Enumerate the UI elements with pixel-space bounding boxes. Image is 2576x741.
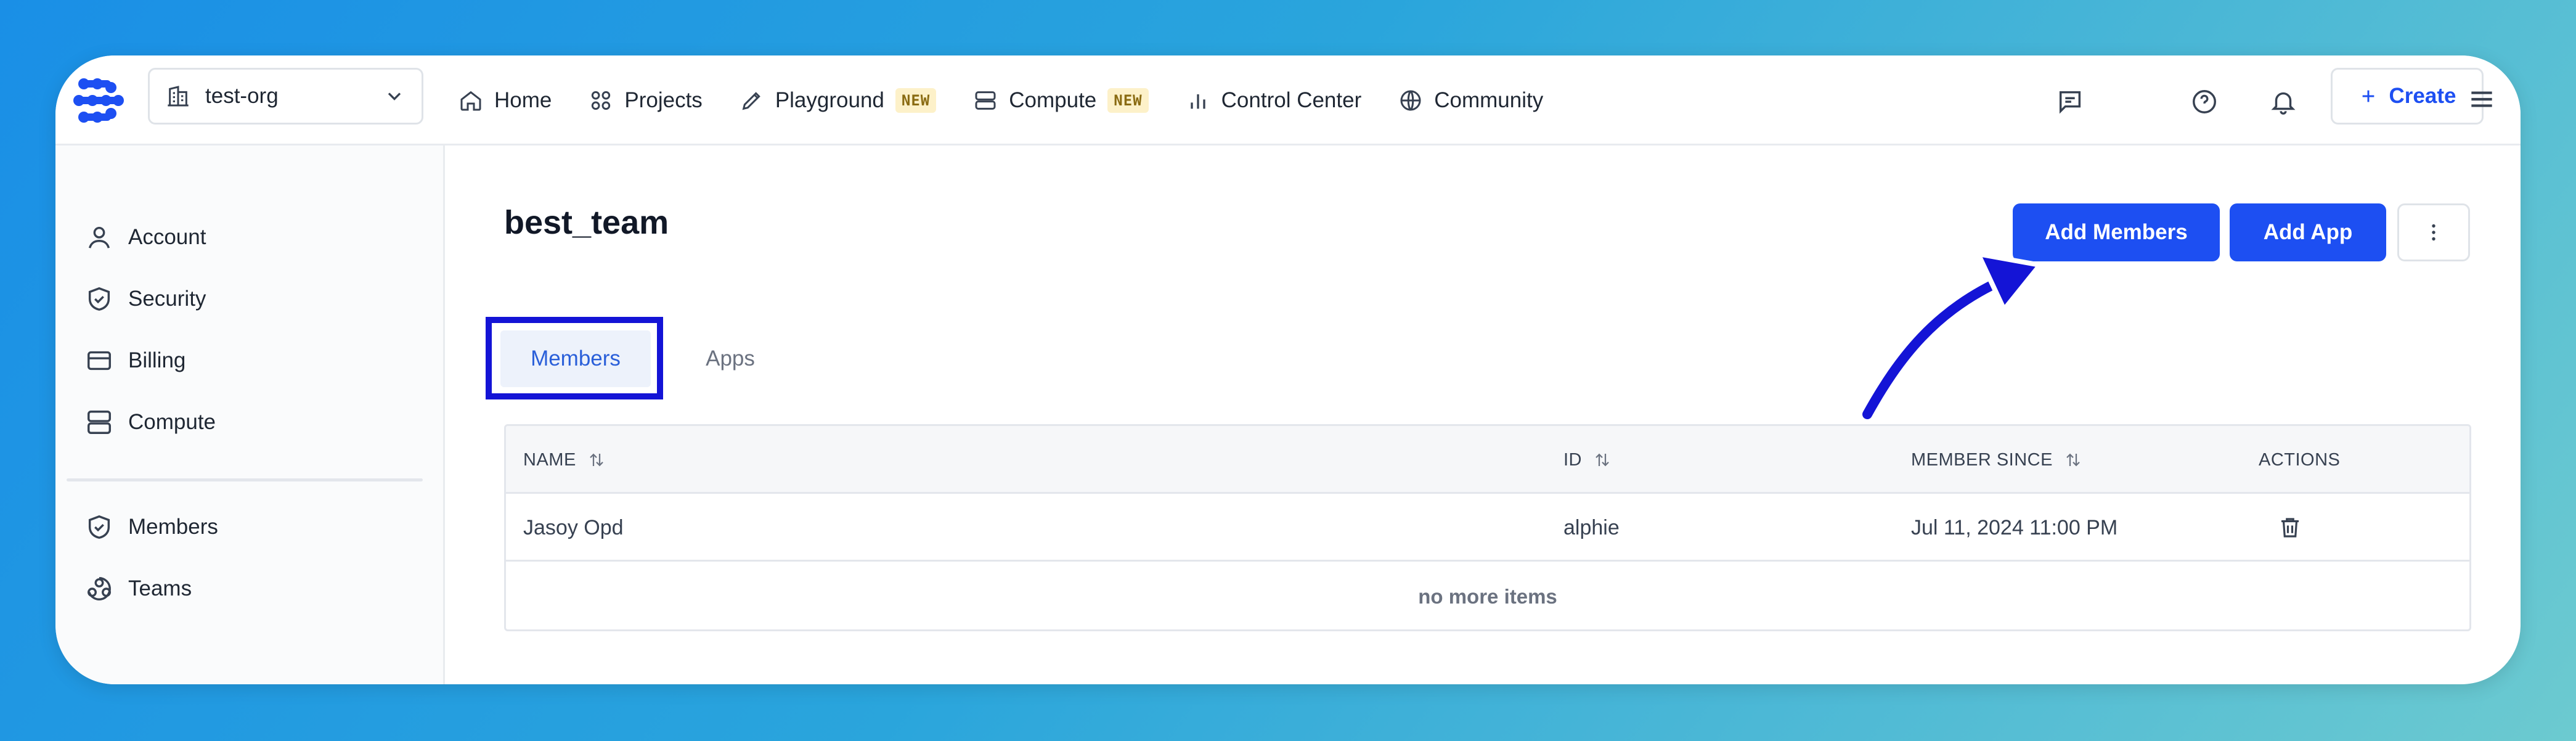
tab-apps[interactable]: Apps [696,330,764,387]
nav-label: Home [494,88,552,112]
sidebar-item-label: Teams [128,576,192,600]
tab-members[interactable]: Members [500,330,651,387]
nav-label: Control Center [1221,88,1362,112]
home-icon [460,91,481,111]
sidebar-item-label: Members [128,515,218,539]
annotation-arrow [1861,252,2042,424]
nav-item-control-center[interactable]: Control Center [1186,88,1362,113]
add-app-button[interactable]: Add App [2230,203,2386,261]
bar-chart-icon [1190,94,1205,109]
credit-card-icon [88,351,111,370]
help-icon[interactable] [2190,88,2219,116]
hamburger-menu-icon[interactable] [2466,84,2497,115]
page-title: best_team [504,204,669,241]
org-selector[interactable]: test-org [148,68,423,125]
nav-item-community[interactable]: Community [1398,88,1543,113]
delete-button[interactable] [2277,494,2303,562]
create-button[interactable]: Create [2331,68,2484,125]
nav-item-playground[interactable]: Playground NEW [740,88,937,113]
sidebar-item-label: Account [128,225,206,249]
globe-icon [1400,90,1421,111]
sidebar-item-account[interactable]: Account [85,223,206,252]
nav-label: Projects [624,88,703,112]
top-navbar: test-org Home Projects Playground NEW Co… [55,55,2521,145]
chevron-down-icon [388,92,401,100]
cell-id: alphie [1563,515,1620,539]
table-row: Jasoy Opd alphie Jul 11, 2024 11:00 PM [506,494,2469,562]
server-icon [975,91,996,110]
user-icon [88,226,110,248]
cell-name: Jasoy Opd [523,515,624,539]
table-footer: no more items [1418,584,1557,608]
trash-icon [2281,518,2299,538]
new-badge: NEW [895,88,937,113]
app-window: test-org Home Projects Playground NEW Co… [55,55,2521,684]
building-icon [168,86,189,107]
members-table: NAME ID MEMBER SINCE ACTIONS Jasoy Opd a… [504,424,2471,631]
create-label: Create [2389,84,2456,108]
column-header-actions: ACTIONS [2259,426,2340,494]
table-header: NAME ID MEMBER SINCE ACTIONS [506,426,2469,494]
column-header-name[interactable]: NAME [523,426,606,494]
new-badge: NEW [1107,88,1149,113]
sort-icon [2066,453,2080,467]
sidebar-item-teams[interactable]: Teams [85,575,192,603]
sidebar-divider [67,478,423,481]
cell-member-since: Jul 11, 2024 11:00 PM [1911,515,2118,539]
nav-item-compute[interactable]: Compute NEW [973,88,1149,113]
sidebar-item-members[interactable]: Members [85,513,218,541]
projects-icon [592,91,611,110]
sidebar-item-label: Security [128,287,206,311]
shield-check-icon [88,287,110,311]
column-label: NAME [523,449,576,470]
plus-icon [2362,90,2374,102]
column-label: ID [1563,449,1582,470]
nav-item-home[interactable]: Home [459,88,552,113]
nav-item-projects[interactable]: Projects [589,88,703,113]
column-header-member-since[interactable]: MEMBER SINCE [1911,426,2082,494]
sort-icon [1596,453,1609,467]
more-options-button[interactable] [2397,203,2470,261]
server-icon [88,411,111,434]
column-label: ACTIONS [2259,449,2341,470]
sidebar-item-billing[interactable]: Billing [85,346,185,375]
column-header-id[interactable]: ID [1563,426,1612,494]
sort-icon [590,453,603,467]
column-label: MEMBER SINCE [1911,449,2053,470]
sidebar-item-security[interactable]: Security [85,285,206,313]
nav-label: Playground [775,88,884,112]
sidebar-item-label: Compute [128,410,216,434]
logo-icon[interactable] [70,73,126,128]
more-vertical-icon [2432,224,2435,241]
teams-icon [88,577,111,600]
feedback-icon[interactable] [2056,88,2084,116]
pencil-icon [742,92,760,110]
sidebar: Account Security Billing Compute Members… [55,145,445,684]
nav-label: Compute [1009,88,1097,112]
bell-icon[interactable] [2269,88,2297,116]
sidebar-item-compute[interactable]: Compute [85,408,216,436]
org-name: test-org [205,84,279,108]
main-nav: Home Projects Playground NEW Compute NEW… [459,55,1580,145]
shield-check-icon [88,515,110,539]
sidebar-item-label: Billing [128,348,186,372]
nav-label: Community [1434,88,1544,112]
